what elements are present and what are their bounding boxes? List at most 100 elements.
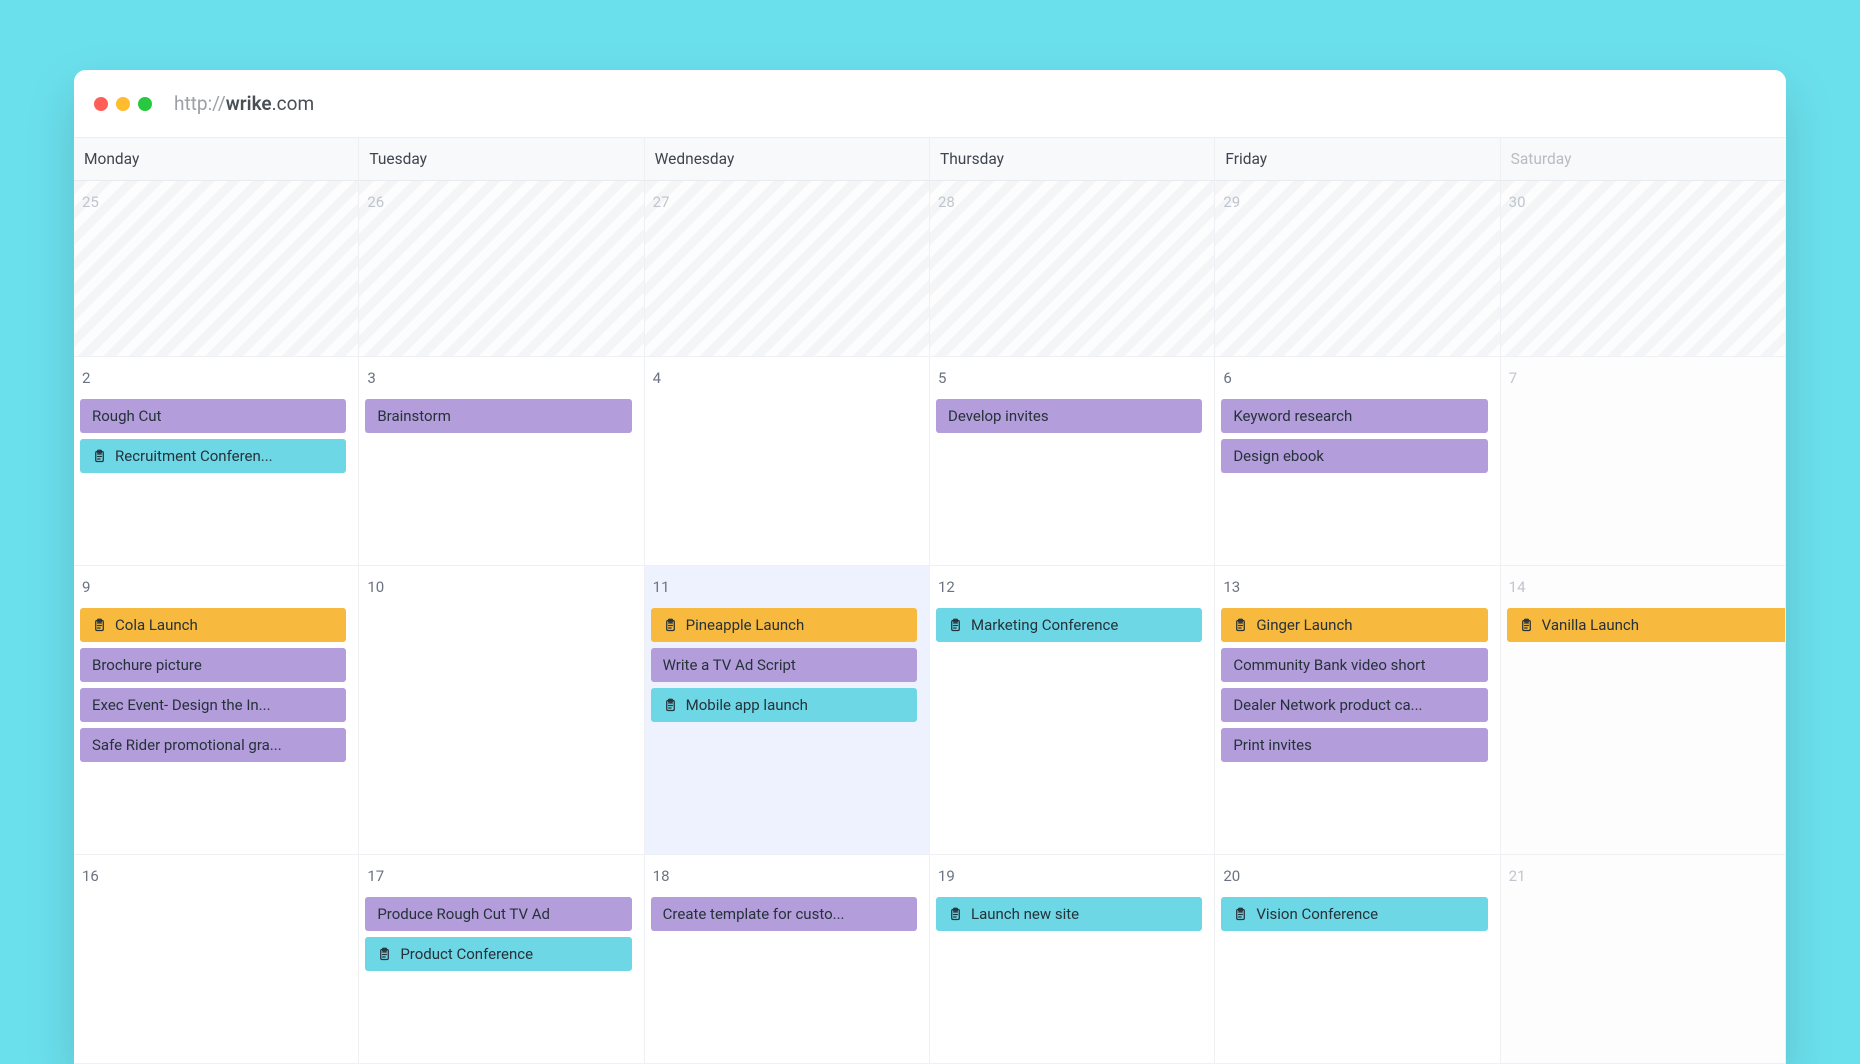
calendar-event[interactable]: Produce Rough Cut TV Ad [365, 897, 631, 931]
calendar-cell[interactable]: 17Produce Rough Cut TV AdProduct Confere… [359, 855, 644, 1064]
url-domain: wrike [226, 92, 272, 115]
clipboard-icon [1233, 907, 1248, 922]
browser-titlebar: http://wrike.com [74, 70, 1786, 138]
clipboard-icon [92, 618, 107, 633]
day-number: 3 [363, 365, 637, 393]
day-header-friday: Friday [1215, 138, 1500, 180]
event-label: Design ebook [1233, 447, 1324, 465]
event-label: Produce Rough Cut TV Ad [377, 905, 550, 923]
calendar-cell[interactable]: 25 [74, 181, 359, 357]
calendar-cell[interactable]: 28 [930, 181, 1215, 357]
event-label: Dealer Network product ca... [1233, 696, 1422, 714]
calendar-cell[interactable]: 13Ginger LaunchCommunity Bank video shor… [1215, 566, 1500, 855]
calendar-event[interactable]: Pineapple Launch [651, 608, 917, 642]
calendar-cell[interactable]: 11Pineapple LaunchWrite a TV Ad ScriptMo… [645, 566, 930, 855]
day-number: 27 [649, 189, 923, 217]
browser-window: http://wrike.com Monday Tuesday Wednesda… [74, 70, 1786, 1064]
calendar-event[interactable]: Recruitment Conferen... [80, 439, 346, 473]
calendar-cell[interactable]: 30 [1501, 181, 1786, 357]
calendar-cell[interactable]: 29 [1215, 181, 1500, 357]
day-header-tuesday: Tuesday [359, 138, 644, 180]
calendar-event[interactable]: Safe Rider promotional gra... [80, 728, 346, 762]
window-maximize-dot[interactable] [138, 97, 152, 111]
calendar-cell[interactable]: 27 [645, 181, 930, 357]
calendar-event[interactable]: Vision Conference [1221, 897, 1487, 931]
day-number: 26 [363, 189, 637, 217]
calendar-event[interactable]: Design ebook [1221, 439, 1487, 473]
calendar-cell[interactable]: 10 [359, 566, 644, 855]
day-number: 10 [363, 574, 637, 602]
day-number: 28 [934, 189, 1208, 217]
calendar-cell[interactable]: 20 Vision Conference [1215, 855, 1500, 1064]
clipboard-icon [663, 618, 678, 633]
calendar-grid: 2526272829302Rough CutRecruitment Confer… [74, 181, 1786, 1064]
event-label: Print invites [1233, 736, 1312, 754]
calendar-event[interactable]: Marketing Conference [936, 608, 1202, 642]
calendar-event[interactable]: Community Bank video short [1221, 648, 1487, 682]
window-close-dot[interactable] [94, 97, 108, 111]
event-label: Brainstorm [377, 407, 451, 425]
clipboard-icon [377, 947, 392, 962]
calendar-event[interactable]: Keyword research [1221, 399, 1487, 433]
day-header-saturday: Saturday [1501, 138, 1786, 180]
calendar-event[interactable]: Brochure picture [80, 648, 346, 682]
calendar-event[interactable]: Print invites [1221, 728, 1487, 762]
calendar-cell[interactable]: 19 Launch new site [930, 855, 1215, 1064]
calendar-cell[interactable]: 26 [359, 181, 644, 357]
event-label: Ginger Launch [1256, 616, 1352, 634]
calendar-event[interactable]: Mobile app launch [651, 688, 917, 722]
event-label: Create template for custo... [663, 905, 845, 923]
address-bar[interactable]: http://wrike.com [174, 92, 314, 115]
day-number: 16 [78, 863, 352, 891]
event-label: Keyword research [1233, 407, 1352, 425]
day-number: 5 [934, 365, 1208, 393]
calendar-cell[interactable]: 18 Create template for custo... [645, 855, 930, 1064]
day-number: 4 [649, 365, 923, 393]
day-number: 29 [1219, 189, 1493, 217]
day-number: 18 [649, 863, 923, 891]
calendar-event[interactable]: Develop invites [936, 399, 1202, 433]
event-label: Write a TV Ad Script [663, 656, 796, 674]
event-label: Exec Event- Design the In... [92, 696, 271, 714]
calendar-event[interactable]: Ginger Launch [1221, 608, 1487, 642]
calendar-event[interactable]: Cola Launch [80, 608, 346, 642]
day-number: 19 [934, 863, 1208, 891]
calendar-cell[interactable]: 3 Brainstorm [359, 357, 644, 566]
calendar-event[interactable]: Brainstorm [365, 399, 631, 433]
calendar-event[interactable]: Rough Cut [80, 399, 346, 433]
calendar-cell[interactable]: 16 [74, 855, 359, 1064]
calendar-event[interactable]: Launch new site [936, 897, 1202, 931]
clipboard-icon [1233, 618, 1248, 633]
window-minimize-dot[interactable] [116, 97, 130, 111]
clipboard-icon [1519, 618, 1534, 633]
day-number: 30 [1505, 189, 1779, 217]
calendar-cell[interactable]: 9Cola LaunchBrochure pictureExec Event- … [74, 566, 359, 855]
event-label: Pineapple Launch [686, 616, 805, 634]
calendar-cell[interactable]: 2Rough CutRecruitment Conferen... [74, 357, 359, 566]
calendar-cell[interactable]: 12Marketing Conference [930, 566, 1215, 855]
calendar-event[interactable]: Create template for custo... [651, 897, 917, 931]
calendar-day-header: Monday Tuesday Wednesday Thursday Friday… [74, 138, 1786, 181]
calendar-cell[interactable]: 21 [1501, 855, 1786, 1064]
clipboard-icon [663, 698, 678, 713]
event-label: Vision Conference [1256, 905, 1378, 923]
clipboard-icon [948, 907, 963, 922]
calendar-event[interactable]: Exec Event- Design the In... [80, 688, 346, 722]
calendar-cell[interactable]: 5 Develop invites [930, 357, 1215, 566]
clipboard-icon [948, 618, 963, 633]
event-label: Vanilla Launch [1542, 616, 1639, 634]
day-number: 6 [1219, 365, 1493, 393]
calendar-event[interactable]: Vanilla Launch [1507, 608, 1785, 642]
calendar-event[interactable]: Product Conference [365, 937, 631, 971]
calendar-cell[interactable]: 6 Keyword research Design ebook [1215, 357, 1500, 566]
day-number: 20 [1219, 863, 1493, 891]
calendar-cell[interactable]: 14Vanilla Launch [1501, 566, 1786, 855]
event-label: Rough Cut [92, 407, 161, 425]
clipboard-icon [92, 449, 107, 464]
calendar-event[interactable]: Dealer Network product ca... [1221, 688, 1487, 722]
calendar-cell[interactable]: 7 [1501, 357, 1786, 566]
calendar-cell[interactable]: 4 [645, 357, 930, 566]
window-controls [94, 97, 152, 111]
calendar-event[interactable]: Write a TV Ad Script [651, 648, 917, 682]
event-label: Launch new site [971, 905, 1079, 923]
